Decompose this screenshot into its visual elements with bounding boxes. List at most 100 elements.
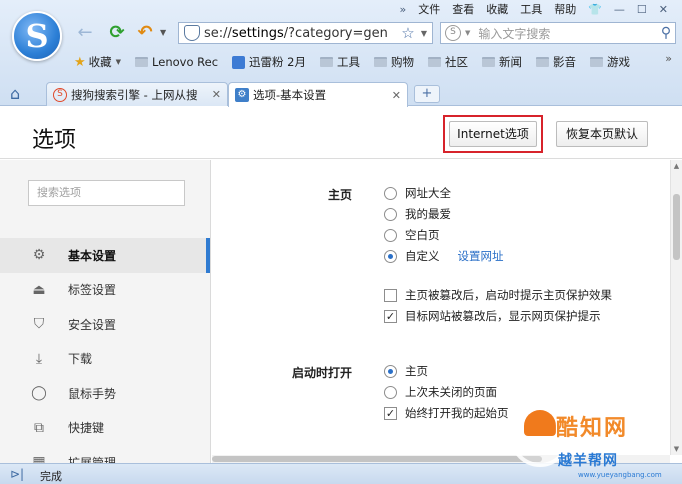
sidebar-item-mouse-gestures[interactable]: ◯ 鼠标手势 <box>0 376 210 411</box>
radio-button[interactable] <box>384 228 397 242</box>
options-search-input[interactable]: 搜索选项 <box>28 180 185 206</box>
shield-icon: ⛉ <box>33 316 45 333</box>
gear-icon: ⚙ <box>32 247 46 264</box>
home-icon[interactable]: ⌂ <box>10 84 20 103</box>
sidebar-toggle-icon[interactable]: ⊳| <box>10 467 24 481</box>
homepage-option-favorites[interactable]: 我的最爱 <box>384 206 451 222</box>
options-sidebar: 搜索选项 ⚙ 基本设置 ⏏ 标签设置 ⛉ 安全设置 ⤓ 下载 ◯ 鼠标手势 ⧉ 快捷键 ▦ 扩… <box>0 160 211 463</box>
back-arrow-icon[interactable]: ← <box>74 22 96 44</box>
close-window-icon[interactable]: ✕ <box>653 2 674 18</box>
settings-content: 主页 网址大全 我的最爱 空白页 自定义 设置网址 主页被篡改后，启动时提示主页… <box>212 160 670 455</box>
download-icon: ⤓ <box>35 350 43 367</box>
new-tab-button[interactable]: + <box>414 85 440 103</box>
radio-button[interactable] <box>384 385 397 399</box>
checkbox-checked[interactable]: ✓ <box>384 309 397 323</box>
radio-button[interactable] <box>384 207 397 221</box>
address-bar[interactable]: se://settings/?category=gen ☆ ▼ <box>178 22 433 44</box>
homepage-option-custom[interactable]: 自定义 设置网址 <box>384 248 504 264</box>
undo-dropdown-icon[interactable]: ▼ <box>160 28 166 37</box>
extension-icon: ▦ <box>32 454 46 463</box>
maximize-icon[interactable]: ☐ <box>631 2 653 18</box>
undo-close-icon[interactable]: ↶ <box>134 22 156 44</box>
internet-options-button[interactable]: Internet选项 <box>449 121 537 147</box>
sidebar-item-shortcuts[interactable]: ⧉ 快捷键 <box>0 411 210 446</box>
menu-view[interactable]: 查看 <box>446 2 480 18</box>
menu-help[interactable]: 帮助 <box>548 2 582 18</box>
scroll-up-icon[interactable]: ▲ <box>671 162 682 170</box>
close-tab-icon[interactable]: ✕ <box>212 88 221 101</box>
tab-icon: ⏏ <box>32 281 46 298</box>
set-url-link[interactable]: 设置网址 <box>458 248 504 264</box>
bookmark-item[interactable]: 迅雷粉 2月 <box>232 54 306 70</box>
bookmarks-more-button[interactable]: » <box>665 52 672 65</box>
horizontal-scrollbar[interactable] <box>212 455 670 463</box>
checkbox[interactable] <box>384 288 397 302</box>
status-bar: ⊳| 完成 <box>0 463 682 484</box>
sidebar-item-basic-settings[interactable]: ⚙ 基本设置 <box>0 238 210 273</box>
bookmark-folder[interactable]: 社区 <box>428 54 468 70</box>
sogou-search-engine-icon[interactable]: S <box>445 25 461 41</box>
search-engine-dropdown-icon[interactable]: ▼ <box>465 29 470 37</box>
radio-button[interactable] <box>384 186 397 200</box>
startup-option-homepage[interactable]: 主页 <box>384 363 428 379</box>
sidebar-item-download[interactable]: ⤓ 下载 <box>0 342 210 377</box>
search-input[interactable]: 输入文字搜索 <box>478 25 657 42</box>
homepage-option-navigation[interactable]: 网址大全 <box>384 185 451 201</box>
radio-button-selected[interactable] <box>384 249 397 263</box>
bookmark-folder[interactable]: 游戏 <box>590 54 630 70</box>
bookmark-favorites[interactable]: ★ 收藏 ▼ <box>74 54 121 70</box>
menu-tools[interactable]: 工具 <box>514 2 548 18</box>
restore-defaults-button[interactable]: 恢复本页默认 <box>556 121 648 147</box>
radio-button-selected[interactable] <box>384 364 397 378</box>
bookmarks-bar: ★ 收藏 ▼ Lenovo Rec 迅雷粉 2月 工具 购物 社区 新闻 影音 游戏… <box>74 52 682 72</box>
bookmark-folder[interactable]: 影音 <box>536 54 576 70</box>
vertical-scrollbar[interactable]: ▲ ▼ <box>670 160 682 455</box>
homepage-tamper-startup-check[interactable]: 主页被篡改后，启动时提示主页保护效果 <box>384 287 612 303</box>
checkbox-checked[interactable]: ✓ <box>384 406 397 420</box>
site-tamper-warning-check[interactable]: ✓ 目标网站被篡改后，显示网页保护提示 <box>384 308 601 324</box>
bookmark-folder[interactable]: 购物 <box>374 54 414 70</box>
close-tab-icon[interactable]: ✕ <box>392 89 401 102</box>
sidebar-item-tab-settings[interactable]: ⏏ 标签设置 <box>0 273 210 308</box>
skin-icon[interactable]: 👕 <box>582 2 608 18</box>
bookmark-folder[interactable]: 新闻 <box>482 54 522 70</box>
address-url[interactable]: se://settings/?category=gen <box>204 26 400 41</box>
scroll-down-icon[interactable]: ▼ <box>671 445 682 453</box>
sidebar-menu: ⚙ 基本设置 ⏏ 标签设置 ⛉ 安全设置 ⤓ 下载 ◯ 鼠标手势 ⧉ 快捷键 ▦ 扩展管理 <box>0 238 210 463</box>
folder-icon <box>428 57 442 67</box>
scrollbar-thumb[interactable] <box>212 456 542 462</box>
scrollbar-thumb[interactable] <box>673 194 680 260</box>
status-text: 完成 <box>40 470 62 483</box>
homepage-option-blank[interactable]: 空白页 <box>384 227 440 243</box>
sogou-logo-icon[interactable]: S <box>12 11 62 61</box>
menu-file[interactable]: 文件 <box>412 2 446 18</box>
tab-settings[interactable]: ⚙ 选项-基本设置 ✕ <box>228 82 408 107</box>
options-header: 选项 Internet选项 恢复本页默认 <box>0 107 682 159</box>
address-dropdown-icon[interactable]: ▼ <box>416 29 432 38</box>
settings-icon: ⚙ <box>235 88 249 102</box>
sidebar-item-security[interactable]: ⛉ 安全设置 <box>0 307 210 342</box>
folder-icon <box>374 57 388 67</box>
bookmark-folder[interactable]: Lenovo Rec <box>135 55 218 69</box>
xunlei-icon <box>232 55 246 69</box>
menu-more[interactable]: » <box>393 2 412 18</box>
startup-section-label: 启动时打开 <box>291 366 352 380</box>
search-box[interactable]: S ▼ 输入文字搜索 ⚲ <box>440 22 676 44</box>
refresh-icon[interactable]: ⟳ <box>106 22 128 44</box>
search-icon[interactable]: ⚲ <box>657 25 675 41</box>
startup-option-last-session[interactable]: 上次未关闭的页面 <box>384 384 497 400</box>
startup-always-start-page-check[interactable]: ✓ 始终打开我的起始页 <box>384 405 509 421</box>
homepage-section-label: 主页 <box>327 188 352 202</box>
folder-icon <box>320 57 334 67</box>
folder-icon <box>536 57 550 67</box>
minimize-icon[interactable]: — <box>608 2 631 18</box>
tab-sogou-search[interactable]: S 搜狗搜索引擎 - 上网从搜 ✕ <box>46 82 228 106</box>
shortcut-icon: ⧉ <box>34 419 44 436</box>
sogou-search-icon: S <box>53 87 67 102</box>
favorites-star-icon: ★ <box>74 54 86 70</box>
mouse-icon: ◯ <box>31 385 47 402</box>
sidebar-item-extensions[interactable]: ▦ 扩展管理 <box>0 445 210 463</box>
menu-favorites[interactable]: 收藏 <box>480 2 514 18</box>
bookmark-star-icon[interactable]: ☆ <box>400 24 416 42</box>
bookmark-folder[interactable]: 工具 <box>320 54 360 70</box>
